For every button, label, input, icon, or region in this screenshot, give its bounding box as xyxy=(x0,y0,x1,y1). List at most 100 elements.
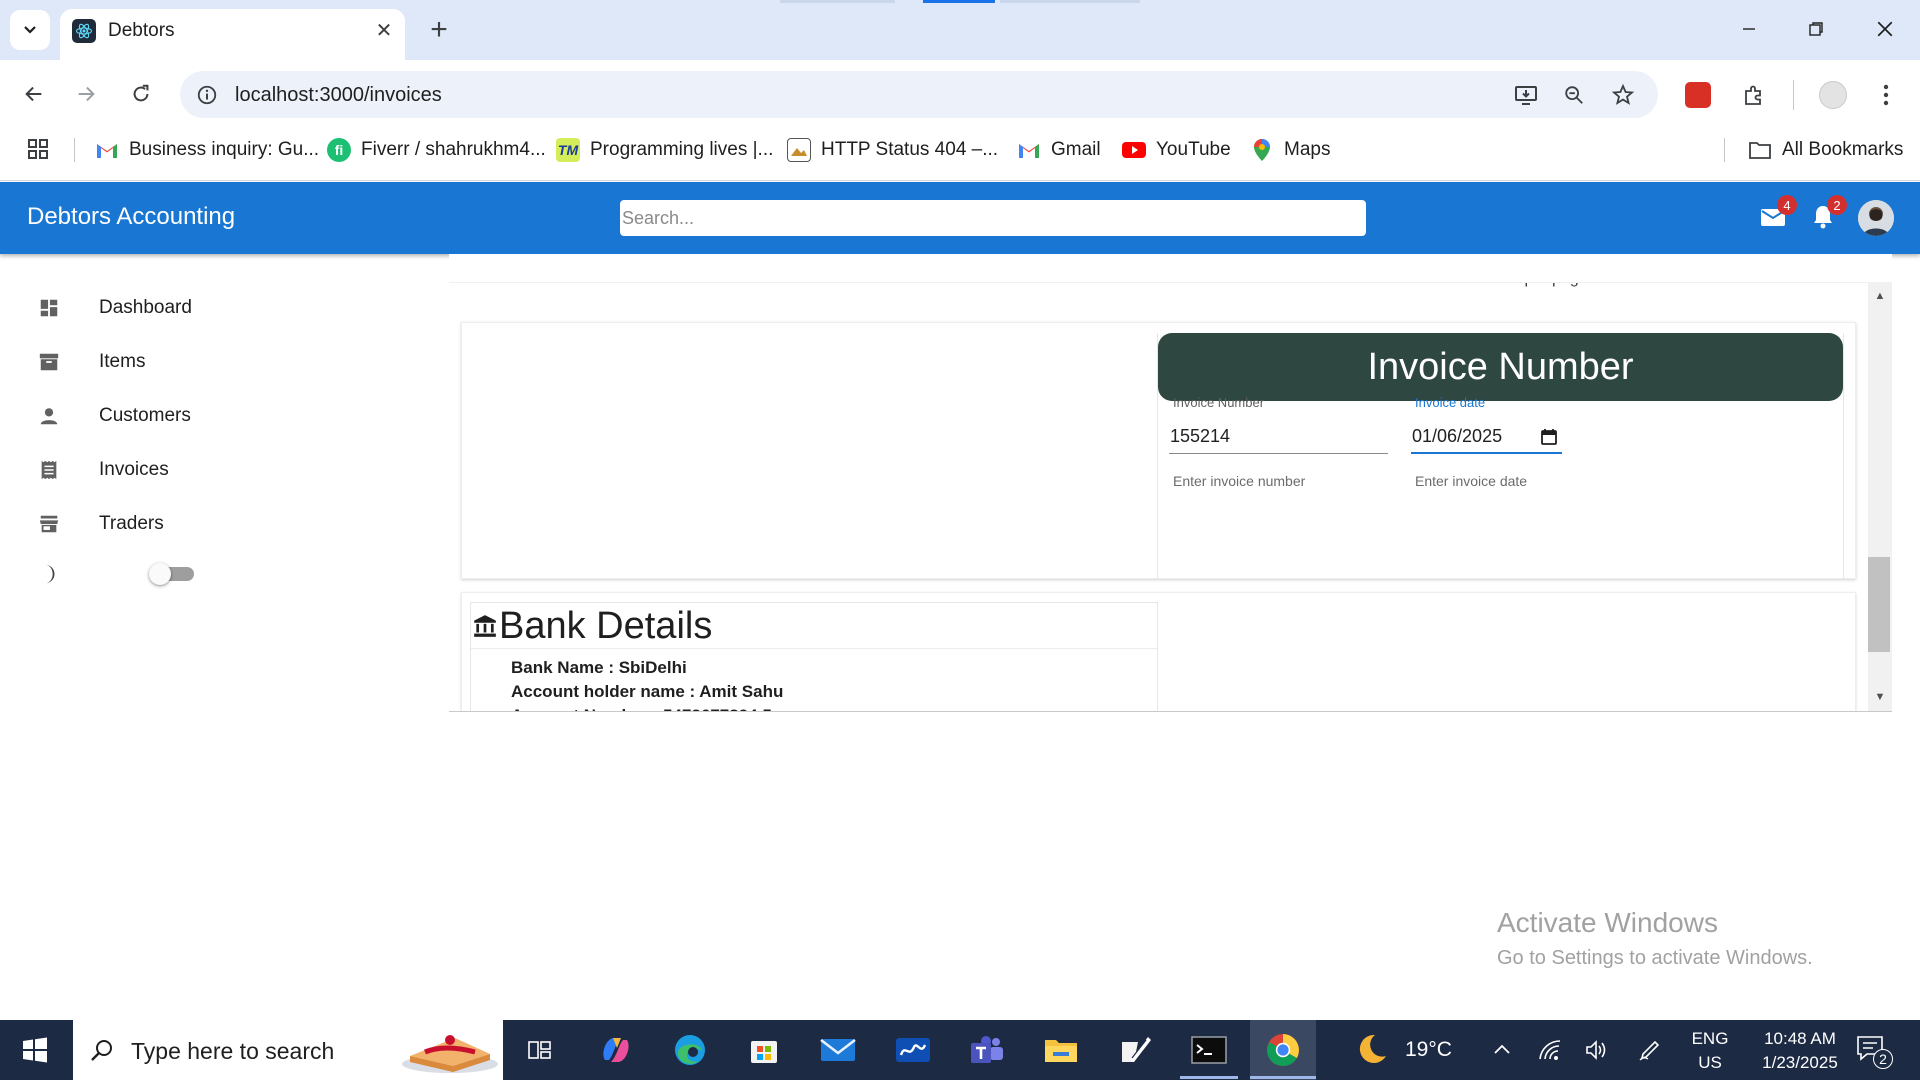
reload-icon[interactable] xyxy=(123,76,159,112)
new-tab-button[interactable]: + xyxy=(423,13,455,46)
react-icon xyxy=(72,19,96,43)
microsoft-store-icon[interactable] xyxy=(735,1022,793,1078)
bookmark-label: Gmail xyxy=(1051,139,1101,160)
folder-icon xyxy=(1748,138,1772,162)
bookmark-label: HTTP Status 404 –... xyxy=(821,139,999,160)
url-text[interactable]: localhost:3000/invoices xyxy=(235,82,442,108)
mail-badge: 4 xyxy=(1777,195,1797,215)
avatar[interactable] xyxy=(1858,200,1894,236)
windows-start-icon[interactable] xyxy=(0,1020,70,1080)
scroll-top-edge xyxy=(449,282,1867,283)
close-window-icon[interactable] xyxy=(1862,12,1908,46)
bookmark-programming-lives[interactable]: TM Programming lives |... xyxy=(556,136,773,164)
store-icon xyxy=(36,511,62,537)
sidebar-item-label: Invoices xyxy=(99,459,169,480)
bookmark-label: Programming lives |... xyxy=(590,139,774,160)
snipping-tool-icon[interactable] xyxy=(1106,1022,1164,1078)
bookmark-gmail[interactable]: Gmail xyxy=(1017,136,1101,164)
edge-icon[interactable] xyxy=(661,1022,719,1078)
bookmark-business-inquiry[interactable]: Business inquiry: Gu... xyxy=(95,136,319,164)
sidebar-item-label: Items xyxy=(99,351,146,372)
site-info-icon[interactable] xyxy=(192,80,222,110)
terminal-icon[interactable] xyxy=(1180,1022,1238,1078)
extension-icon[interactable] xyxy=(1680,77,1716,113)
extensions-puzzle-icon[interactable] xyxy=(1736,77,1772,113)
task-view-icon[interactable] xyxy=(511,1022,569,1078)
invoice-header: Invoice Number xyxy=(1158,333,1843,401)
bookmark-youtube[interactable]: YouTube xyxy=(1122,136,1231,164)
teams-icon[interactable] xyxy=(958,1022,1016,1078)
notification-count-badge: 2 xyxy=(1873,1049,1893,1069)
pen-icon[interactable] xyxy=(1635,1035,1665,1065)
sidebar-item-items[interactable]: Items xyxy=(0,335,420,389)
gmail-icon xyxy=(95,138,119,162)
youtube-icon xyxy=(1122,138,1146,162)
mail-app-icon[interactable] xyxy=(809,1022,867,1078)
dashboard-icon xyxy=(36,295,62,321)
search-input[interactable] xyxy=(620,200,1366,236)
search-highlight-image xyxy=(395,1024,500,1076)
apps-grid-icon[interactable] xyxy=(26,137,52,163)
zoom-icon[interactable] xyxy=(1558,79,1590,111)
all-bookmarks-label: All Bookmarks xyxy=(1782,139,1904,160)
bookmarks-divider xyxy=(74,138,75,162)
forward-icon[interactable] xyxy=(68,76,104,112)
sidebar-item-invoices[interactable]: Invoices xyxy=(0,443,420,497)
taskbar-clock[interactable]: 10:48 AM 1/23/2025 xyxy=(1740,1027,1860,1075)
all-bookmarks-button[interactable]: All Bookmarks xyxy=(1748,136,1903,164)
chevron-up-icon[interactable] xyxy=(1488,1035,1516,1063)
scroll-down-icon[interactable]: ▼ xyxy=(1868,688,1892,706)
activate-windows-title: Activate Windows xyxy=(1497,907,1718,938)
bookmark-label: YouTube xyxy=(1156,139,1231,160)
bookmark-star-icon[interactable] xyxy=(1607,79,1639,111)
tab-search-button[interactable] xyxy=(10,10,50,50)
bookmark-label: Fiverr / shahrukhm4... xyxy=(361,139,546,160)
invoice-date-value: 01/06/2025 xyxy=(1412,425,1503,446)
bookmark-label: Business inquiry: Gu... xyxy=(129,139,320,160)
clock-time: 10:48 AM xyxy=(1764,1029,1836,1048)
menu-dots-icon[interactable] xyxy=(1868,77,1904,113)
chrome-active-indicator xyxy=(1250,1076,1316,1079)
whiteboard-icon[interactable] xyxy=(884,1022,942,1078)
maps-icon xyxy=(1250,138,1274,162)
copilot-icon[interactable] xyxy=(587,1022,645,1078)
sidebar-item-traders[interactable]: Traders xyxy=(0,497,420,551)
scrollbar-thumb[interactable] xyxy=(1868,557,1890,652)
bookmark-fiverr[interactable]: fi Fiverr / shahrukhm4... xyxy=(327,136,546,164)
scroll-up-icon[interactable]: ▲ xyxy=(1868,287,1892,305)
invoice-number-input[interactable]: 155214 xyxy=(1169,420,1388,454)
restore-icon[interactable] xyxy=(1793,12,1839,46)
gmail-icon xyxy=(1017,138,1041,162)
file-explorer-icon[interactable] xyxy=(1032,1022,1090,1078)
install-app-icon[interactable] xyxy=(1510,79,1542,111)
taskbar-search-placeholder: Type here to search xyxy=(131,1038,335,1064)
receipt-icon xyxy=(36,457,62,483)
bookmark-label: Maps xyxy=(1284,139,1331,160)
toolbar-divider xyxy=(1793,80,1794,110)
image-icon xyxy=(787,138,811,162)
calendar-icon[interactable] xyxy=(1540,428,1560,448)
tab-close-icon[interactable]: ✕ xyxy=(372,18,396,42)
network-icon[interactable] xyxy=(1535,1035,1565,1065)
invoice-date-helper: Enter invoice date xyxy=(1415,473,1528,489)
theme-toggle-thumb[interactable] xyxy=(149,563,171,585)
minimize-icon[interactable] xyxy=(1726,12,1772,46)
sidebar-item-dashboard[interactable]: Dashboard xyxy=(0,281,420,335)
tab-indicator xyxy=(780,0,895,3)
bank-icon xyxy=(471,612,499,640)
weather-temperature[interactable]: 19°C xyxy=(1405,1038,1452,1062)
chevron-down-icon xyxy=(24,26,36,34)
bookmark-maps[interactable]: Maps xyxy=(1250,136,1330,164)
scroll-clip-mask xyxy=(449,254,1892,282)
volume-icon[interactable] xyxy=(1582,1035,1612,1065)
weather-moon-icon[interactable] xyxy=(1355,1032,1391,1068)
tab-title: Debtors xyxy=(108,20,175,41)
bookmark-http-404[interactable]: HTTP Status 404 –... xyxy=(787,136,998,164)
chrome-icon[interactable] xyxy=(1254,1022,1312,1078)
language-indicator[interactable]: ENG US xyxy=(1690,1027,1730,1075)
back-icon[interactable] xyxy=(16,76,52,112)
sidebar-item-customers[interactable]: Customers xyxy=(0,389,420,443)
tab-indicator-active xyxy=(923,0,995,3)
sidebar-item-label: Traders xyxy=(99,513,164,534)
profile-avatar[interactable] xyxy=(1815,77,1851,113)
